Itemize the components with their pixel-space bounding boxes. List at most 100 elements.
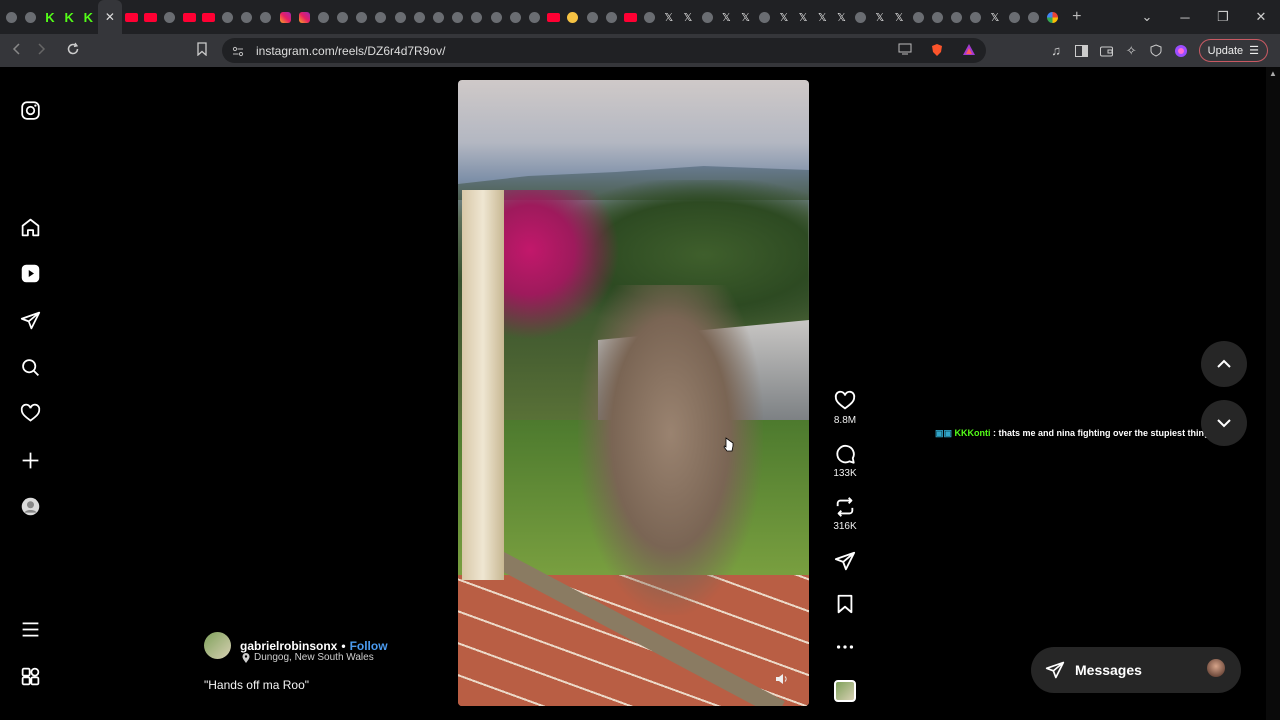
browser-tab[interactable] xyxy=(966,0,985,34)
url-text[interactable]: instagram.com/reels/DZ6r4d7R9ov/ xyxy=(256,44,445,58)
browser-tab[interactable] xyxy=(429,0,448,34)
new-tab-button[interactable]: + xyxy=(1072,8,1081,26)
audio-thumbnail[interactable] xyxy=(826,680,864,702)
browser-tab[interactable] xyxy=(640,0,659,34)
vpn-icon[interactable] xyxy=(1149,43,1164,58)
browser-tab[interactable] xyxy=(698,0,717,34)
brave-rewards-icon[interactable] xyxy=(962,43,976,57)
browser-tab[interactable] xyxy=(122,0,141,34)
browser-tab[interactable]: 𝕏 xyxy=(832,0,851,34)
minimize-button[interactable]: ─ xyxy=(1166,10,1204,25)
reload-button[interactable] xyxy=(61,42,85,60)
browser-tab[interactable] xyxy=(487,0,506,34)
repost-button[interactable]: 316K xyxy=(826,496,864,532)
notifications-heart-icon[interactable] xyxy=(19,402,41,424)
browser-tab[interactable] xyxy=(1005,0,1024,34)
browser-tab[interactable] xyxy=(256,0,275,34)
tab-search-icon[interactable]: ⌄ xyxy=(1128,9,1166,25)
direct-message-icon[interactable] xyxy=(19,309,41,331)
browser-tab[interactable] xyxy=(275,0,294,34)
browser-tab[interactable]: 𝕏 xyxy=(889,0,908,34)
browser-tab[interactable] xyxy=(755,0,774,34)
browser-tab[interactable] xyxy=(237,0,256,34)
browser-tab[interactable] xyxy=(333,0,352,34)
browser-tab[interactable] xyxy=(218,0,237,34)
home-icon[interactable] xyxy=(19,216,41,238)
browser-tab[interactable] xyxy=(371,0,390,34)
browser-tab[interactable] xyxy=(314,0,333,34)
browser-tab[interactable] xyxy=(391,0,410,34)
browser-tab[interactable] xyxy=(544,0,563,34)
browser-tab[interactable] xyxy=(141,0,160,34)
update-button[interactable]: Update ☰ xyxy=(1198,39,1268,62)
browser-tab[interactable] xyxy=(928,0,947,34)
browser-tab[interactable]: 𝕏 xyxy=(813,0,832,34)
browser-tab[interactable] xyxy=(467,0,486,34)
browser-tab[interactable] xyxy=(602,0,621,34)
browser-tab[interactable] xyxy=(180,0,199,34)
wallet-icon[interactable] xyxy=(1099,43,1114,58)
brave-shields-icon[interactable] xyxy=(930,43,944,57)
scrollbar[interactable]: ▲ xyxy=(1266,67,1280,720)
site-settings-icon[interactable] xyxy=(232,45,244,57)
browser-tab[interactable]: 𝕏 xyxy=(985,0,1004,34)
restore-button[interactable]: ❐ xyxy=(1204,9,1242,25)
next-reel-button[interactable] xyxy=(1201,400,1247,446)
browser-tab[interactable]: ✕ xyxy=(97,0,122,34)
messages-button[interactable]: Messages xyxy=(1031,647,1241,693)
forward-button[interactable] xyxy=(29,42,53,59)
create-plus-icon[interactable] xyxy=(19,449,41,471)
save-button[interactable] xyxy=(826,593,864,615)
browser-tab[interactable] xyxy=(410,0,429,34)
reel-location[interactable]: Dungog, New South Wales xyxy=(242,652,374,663)
instagram-logo-icon[interactable] xyxy=(19,99,41,121)
browser-tab[interactable] xyxy=(2,0,21,34)
sidebar-toggle-icon[interactable] xyxy=(1074,43,1089,58)
browser-tab[interactable] xyxy=(506,0,525,34)
browser-tab[interactable] xyxy=(851,0,870,34)
browser-tab[interactable]: 𝕏 xyxy=(794,0,813,34)
more-menu-icon[interactable] xyxy=(19,618,41,640)
volume-icon[interactable] xyxy=(775,672,791,688)
comment-button[interactable]: 133K xyxy=(826,443,864,479)
profile-avatar-icon[interactable] xyxy=(19,495,41,517)
scroll-up-arrow-icon[interactable]: ▲ xyxy=(1266,69,1280,78)
reel-video[interactable] xyxy=(458,80,809,706)
music-icon[interactable]: ♫ xyxy=(1049,43,1064,58)
search-icon[interactable] xyxy=(19,356,41,378)
reels-icon[interactable] xyxy=(19,262,41,284)
follow-button[interactable]: Follow xyxy=(350,639,388,653)
browser-tab[interactable]: 𝕏 xyxy=(678,0,697,34)
browser-tab[interactable] xyxy=(909,0,928,34)
browser-tab[interactable]: K xyxy=(60,0,79,34)
browser-tab[interactable] xyxy=(1024,0,1043,34)
back-button[interactable] xyxy=(5,42,29,59)
address-bar[interactable]: instagram.com/reels/DZ6r4d7R9ov/ xyxy=(222,38,986,63)
browser-tab[interactable]: 𝕏 xyxy=(736,0,755,34)
browser-tab[interactable] xyxy=(199,0,218,34)
browser-tab[interactable] xyxy=(160,0,179,34)
browser-tab[interactable] xyxy=(1043,0,1062,34)
profile-icon[interactable] xyxy=(1174,43,1189,58)
share-button[interactable] xyxy=(826,550,864,572)
browser-tab[interactable] xyxy=(525,0,544,34)
author-avatar[interactable] xyxy=(204,632,231,659)
browser-tab[interactable] xyxy=(448,0,467,34)
browser-tab[interactable] xyxy=(582,0,601,34)
browser-tab[interactable] xyxy=(21,0,40,34)
browser-tab[interactable]: 𝕏 xyxy=(717,0,736,34)
close-window-button[interactable]: ✕ xyxy=(1242,9,1280,25)
browser-tab[interactable]: 𝕏 xyxy=(659,0,678,34)
leo-ai-icon[interactable]: ✧ xyxy=(1124,43,1139,58)
browser-tab[interactable] xyxy=(621,0,640,34)
browser-tab[interactable]: K xyxy=(79,0,98,34)
author-username[interactable]: gabrielrobinsonx xyxy=(240,639,337,653)
browser-tab[interactable] xyxy=(295,0,314,34)
browser-tab[interactable] xyxy=(947,0,966,34)
cast-icon[interactable] xyxy=(898,43,912,55)
browser-tab[interactable]: K xyxy=(40,0,59,34)
previous-reel-button[interactable] xyxy=(1201,341,1247,387)
browser-tab[interactable]: 𝕏 xyxy=(774,0,793,34)
more-options-button[interactable] xyxy=(826,636,864,658)
bookmark-button[interactable] xyxy=(190,41,214,60)
